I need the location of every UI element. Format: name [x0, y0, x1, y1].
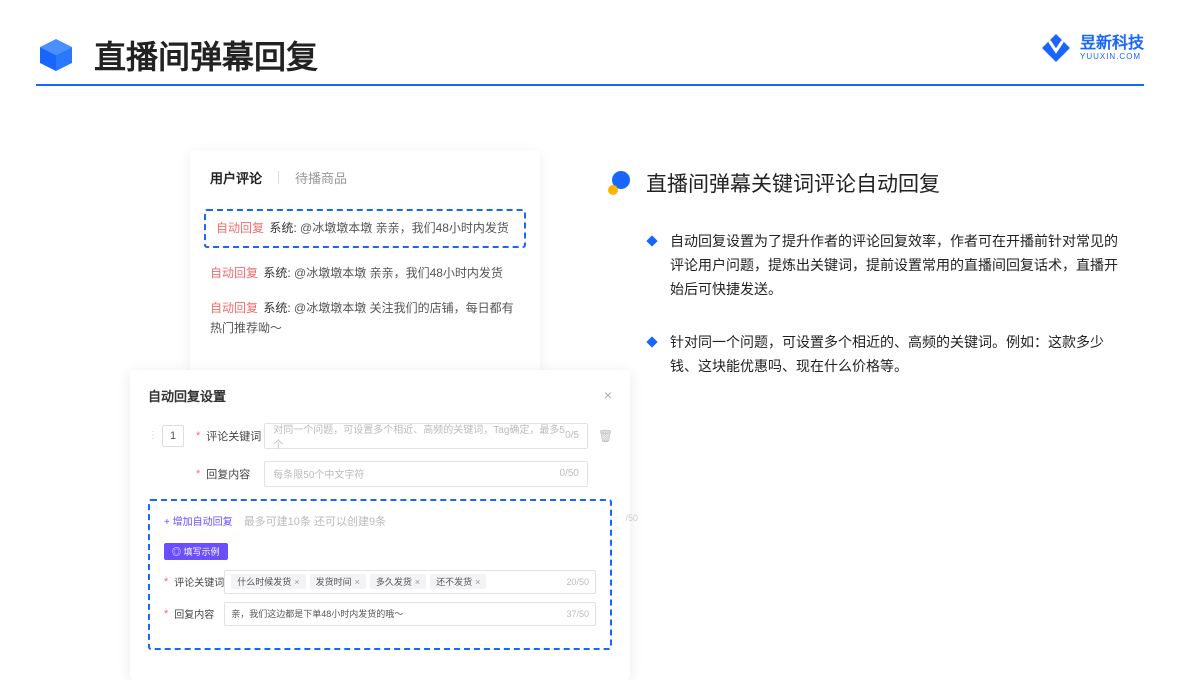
char-count: 37/50 [566, 609, 589, 619]
cube-icon [36, 35, 76, 75]
settings-title: 自动回复设置 [148, 386, 226, 405]
char-count: 20/50 [566, 577, 589, 587]
keyword-tag[interactable]: 发货时间× [310, 574, 366, 589]
required-star: * [164, 608, 168, 620]
example-badge: ◎ 填写示例 [164, 543, 228, 560]
section-heading: 直播间弹幕关键词评论自动回复 [646, 168, 940, 198]
brand-logo: 昱新科技 YUUXIN.COM [1040, 32, 1144, 64]
auto-reply-badge: 自动回复 [210, 301, 258, 315]
example-content-label: 回复内容 [174, 606, 224, 621]
add-link-hint: 最多可建10条 还可以创建9条 [244, 516, 386, 528]
char-count: /50 [625, 513, 638, 523]
rule-number: 1 [162, 425, 184, 447]
brand-icon [1040, 32, 1072, 64]
example-content-input[interactable]: 亲，我们这边都是下单48小时内发货的哦～ 37/50 [224, 602, 596, 626]
diamond-icon [646, 235, 657, 246]
example-content-value: 亲，我们这边都是下单48小时内发货的哦～ [231, 607, 403, 620]
settings-card: 自动回复设置 × ⋮⋮ 1 * 评论关键词 对同一个问题，可设置多个相近、高频的… [130, 370, 630, 680]
required-star: * [196, 430, 200, 442]
add-auto-reply-link[interactable]: + 增加自动回复 [164, 517, 233, 528]
example-keyword-label: 评论关键词 [174, 574, 224, 589]
required-star: * [196, 468, 200, 480]
tab-pending-products[interactable]: 待播商品 [295, 168, 347, 187]
close-button[interactable]: × [604, 387, 612, 403]
keyword-label: 评论关键词 [206, 428, 264, 444]
keyword-tag[interactable]: 多久发货× [370, 574, 426, 589]
tab-user-comments[interactable]: 用户评论 [210, 168, 262, 187]
page-title: 直播间弹幕回复 [94, 32, 318, 78]
brand-name: 昱新科技 [1080, 36, 1144, 52]
comments-card: 用户评论 待播商品 自动回复 系统: @冰墩墩本墩 亲亲，我们48小时内发货 自… [190, 150, 540, 376]
bullet-text: 自动回复设置为了提升作者的评论回复效率，作者可在开播前针对常见的评论用户问题，提… [670, 230, 1130, 301]
reply-system-label: 系统: [263, 266, 290, 280]
highlighted-reply: 自动回复 系统: @冰墩墩本墩 亲亲，我们48小时内发货 [204, 209, 526, 248]
example-keyword-input[interactable]: 什么时候发货× 发货时间× 多久发货× 还不发货× 20/50 [224, 570, 596, 594]
drag-handle-icon[interactable]: ⋮⋮ [148, 430, 156, 441]
keyword-tag[interactable]: 什么时候发货× [231, 574, 305, 589]
brand-sub: YUUXIN.COM [1080, 52, 1144, 61]
reply-text: @冰墩墩本墩 亲亲，我们48小时内发货 [294, 266, 503, 280]
required-star: * [164, 576, 168, 588]
input-placeholder: 每条限50个中文字符 [273, 466, 364, 481]
tab-divider [278, 171, 279, 184]
bullet-item: 针对同一个问题，可设置多个相近的、高频的关键词。例如：这款多少钱、这块能优惠吗、… [608, 331, 1130, 379]
reply-text: @冰墩墩本墩 亲亲，我们48小时内发货 [300, 221, 509, 235]
keyword-tag[interactable]: 还不发货× [430, 574, 486, 589]
char-count: 0/50 [560, 468, 579, 479]
auto-reply-badge: 自动回复 [210, 266, 258, 280]
delete-icon[interactable]: 🗑 [598, 429, 612, 443]
keyword-input[interactable]: 对同一个问题，可设置多个相近、高频的关键词，Tag确定，最多5个 0/5 [264, 423, 588, 449]
reply-system-label: 系统: [263, 301, 290, 315]
input-placeholder: 对同一个问题，可设置多个相近、高频的关键词，Tag确定，最多5个 [273, 421, 565, 451]
header-divider [36, 84, 1144, 86]
content-input[interactable]: 每条限50个中文字符 0/50 [264, 461, 588, 487]
bullet-item: 自动回复设置为了提升作者的评论回复效率，作者可在开播前针对常见的评论用户问题，提… [608, 230, 1130, 301]
bubble-icon [608, 171, 632, 195]
char-count: 0/5 [565, 430, 579, 441]
bullet-text: 针对同一个问题，可设置多个相近的、高频的关键词。例如：这款多少钱、这块能优惠吗、… [670, 331, 1130, 379]
reply-system-label: 系统: [269, 221, 296, 235]
example-box: /50 + 增加自动回复 最多可建10条 还可以创建9条 ◎ 填写示例 * 评论… [148, 499, 612, 650]
auto-reply-badge: 自动回复 [216, 221, 264, 235]
diamond-icon [646, 337, 657, 348]
reply-item: 自动回复 系统: @冰墩墩本墩 亲亲，我们48小时内发货 [190, 256, 540, 291]
content-label: 回复内容 [206, 466, 264, 482]
reply-item: 自动回复 系统: @冰墩墩本墩 关注我们的店铺，每日都有热门推荐呦～ [190, 291, 540, 345]
